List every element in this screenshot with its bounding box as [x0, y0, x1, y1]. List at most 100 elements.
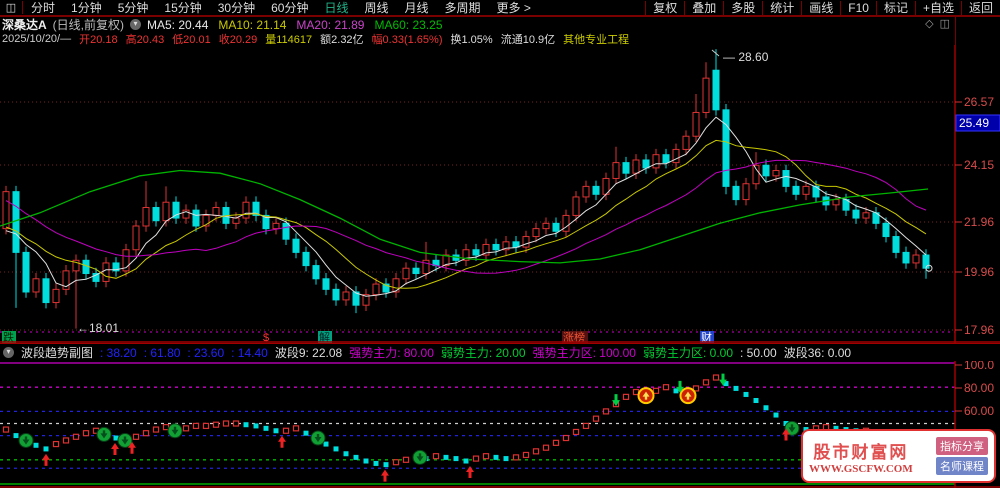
wave-dot-down	[323, 441, 329, 447]
candle	[712, 69, 720, 111]
quote-field: 其他专业工程	[563, 33, 630, 46]
high-annotation: — 28.60	[723, 50, 769, 64]
candle	[292, 238, 300, 253]
candle	[852, 209, 860, 219]
axis-divider	[955, 17, 956, 45]
tab-30分钟[interactable]: 30分钟	[210, 1, 263, 15]
wave-dot-up	[282, 427, 290, 434]
quote-field: 流通10.9亿	[500, 33, 556, 46]
window-split-icon[interactable]: ◫	[0, 1, 23, 14]
tab-1分钟[interactable]: 1分钟	[63, 1, 110, 15]
candle	[882, 222, 890, 238]
button-画线[interactable]: 画线	[801, 1, 841, 15]
wave-dot-down	[353, 454, 359, 460]
candle	[862, 212, 870, 219]
tab-更多 >[interactable]: 更多 >	[489, 1, 539, 15]
wave-dot-down	[363, 458, 369, 464]
candle	[722, 109, 730, 187]
candle	[532, 228, 540, 238]
button-F10[interactable]: F10	[840, 1, 876, 15]
tab-日线[interactable]: 日线	[316, 1, 356, 15]
indicator-params: 波段趋势副图: 38.20: 61.80: 23.60: 14.40 波段9: 2…	[21, 344, 858, 361]
wave-dot-up	[622, 393, 630, 400]
candle	[342, 291, 350, 301]
tab-60分钟[interactable]: 60分钟	[263, 1, 316, 15]
wave-dot-up	[72, 433, 80, 440]
candle	[632, 159, 640, 174]
candle	[162, 201, 170, 222]
wave-dot-down	[273, 428, 279, 434]
badge[interactable]: 涨榜	[563, 330, 585, 343]
wave-dot-down	[263, 425, 269, 431]
candle	[622, 162, 630, 174]
button-+自选[interactable]: +自选	[914, 1, 961, 15]
wave-dot-up	[652, 387, 660, 394]
ma-value: MA5: 20.44	[147, 17, 209, 32]
candle	[662, 154, 670, 164]
tab-15分钟[interactable]: 15分钟	[156, 1, 209, 15]
split-view-icon[interactable]: ◫	[940, 17, 950, 30]
candle	[152, 207, 160, 222]
wave-dot-up	[572, 428, 580, 436]
wave-dot-up	[2, 426, 10, 433]
candle	[832, 199, 840, 206]
indicator-param: 弱势主力区: 0.00	[642, 346, 734, 360]
wave-dot-down	[333, 446, 339, 452]
wave-dot-down	[13, 433, 19, 439]
tab-分时[interactable]: 分时	[23, 1, 63, 15]
main-candlestick-chart[interactable]: — 28.60←18.01跌 $ 解涨榜 财26.5724.1521.9619.961…	[0, 45, 1000, 343]
diamond-icon[interactable]: ◇	[925, 17, 933, 30]
tab-周线[interactable]: 周线	[356, 1, 396, 15]
tab-5分钟[interactable]: 5分钟	[110, 1, 157, 15]
wave-dot-up	[582, 422, 590, 430]
y-axis-label: 60.00	[964, 404, 994, 418]
wave-dot-up	[532, 448, 540, 455]
tab-月线[interactable]: 月线	[397, 1, 437, 15]
tab-多周期[interactable]: 多周期	[437, 1, 489, 15]
indicator-param: 强势主力: 80.00	[349, 346, 434, 360]
candle	[592, 185, 600, 195]
y-axis-label: 21.96	[964, 215, 994, 229]
button-多股[interactable]: 多股	[723, 1, 763, 15]
wave-dot-down	[733, 385, 739, 391]
wave-dot-up	[222, 420, 230, 427]
wave-dot-up	[52, 440, 60, 448]
candle	[892, 236, 900, 253]
wave-dot-down	[253, 423, 259, 429]
wave-dot-down	[763, 405, 769, 411]
candle	[102, 262, 110, 282]
button-叠加[interactable]: 叠加	[684, 1, 724, 15]
button-复权[interactable]: 复权	[645, 1, 685, 15]
candle	[922, 254, 930, 269]
wave-dot-down	[33, 442, 39, 448]
candle	[572, 196, 580, 216]
wave-dot-up	[182, 425, 190, 432]
y-axis-label: 100.0	[964, 361, 994, 372]
button-标记[interactable]: 标记	[875, 1, 915, 15]
indicator-param: 波段9: 22.08	[274, 346, 343, 360]
watermark: 股市财富网 WWW.GSCFW.COM 指标分享 名师课程	[801, 429, 996, 483]
badge[interactable]: 财	[701, 330, 712, 343]
wave-dot-up	[542, 444, 550, 451]
button-统计[interactable]: 统计	[762, 1, 802, 15]
candle	[132, 225, 140, 251]
buy-zone-icon	[310, 430, 326, 446]
candle	[52, 288, 60, 304]
up-arrow-signal	[381, 469, 389, 482]
stock-name: 深桑达A	[2, 18, 47, 32]
buy-zone-icon	[412, 449, 428, 465]
quote-field: 额2.32亿	[320, 33, 364, 46]
wave-dot-down	[463, 458, 469, 464]
badge[interactable]: 跌	[3, 330, 14, 343]
badge[interactable]: 解	[319, 330, 330, 343]
button-返回[interactable]: 返回	[960, 1, 1000, 15]
indicator-param: : 23.60	[187, 346, 225, 360]
wave-dot-up	[62, 437, 70, 444]
watermark-badge-1: 指标分享	[936, 437, 988, 455]
chevron-down-icon[interactable]: ▾	[130, 19, 141, 30]
quote-field: 收20.29	[218, 33, 258, 46]
indicator-param: 波段趋势副图	[21, 346, 94, 360]
chevron-down-icon[interactable]: ▾	[3, 347, 14, 358]
ma-value: MA20: 21.89	[296, 17, 365, 32]
watermark-title: 股市财富网	[813, 442, 909, 462]
